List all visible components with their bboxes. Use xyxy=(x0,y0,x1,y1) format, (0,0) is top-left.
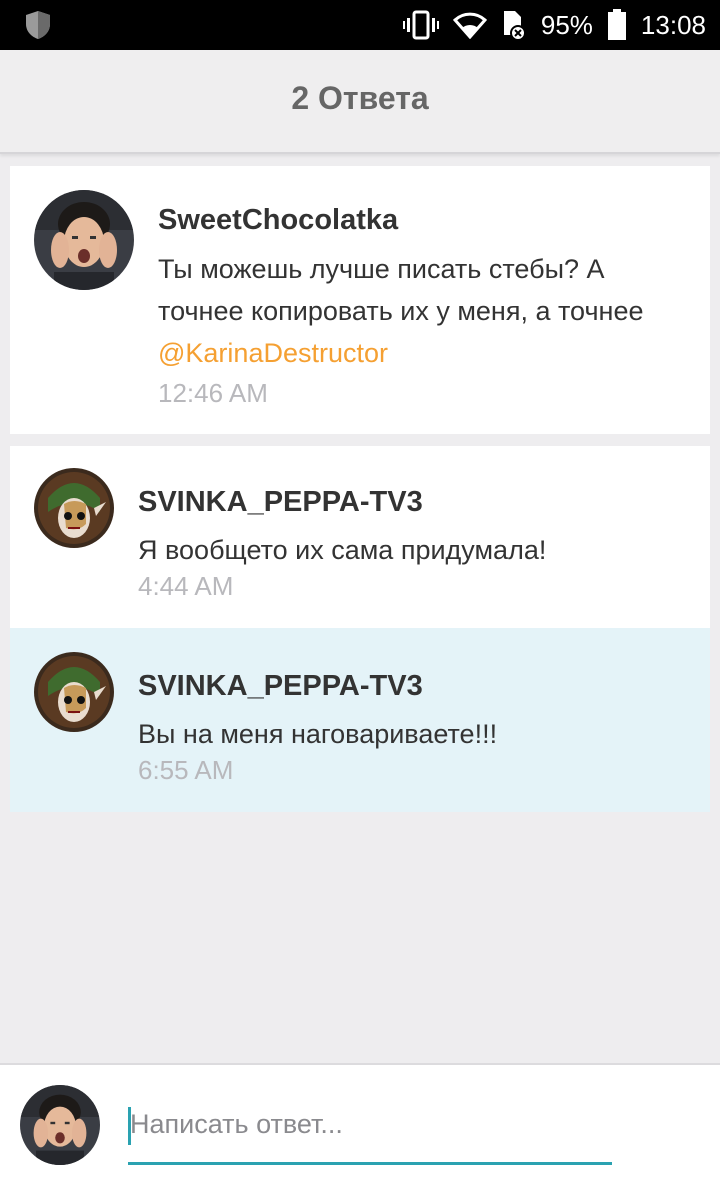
comment-username[interactable]: SVINKA_PEPPA-TV3 xyxy=(138,486,423,519)
comment-card-highlighted[interactable]: SVINKA_PEPPA-TV3 Вы на меня наговаривает… xyxy=(10,628,710,812)
comment-username[interactable]: SVINKA_PEPPA-TV3 xyxy=(138,670,423,703)
comment-text: Вы на меня наговариваете!!! xyxy=(138,719,498,749)
comment-text: Ты можешь лучше писать стебы? А точнее к… xyxy=(158,248,643,374)
avatar[interactable] xyxy=(34,652,114,732)
battery-percent: 95% xyxy=(540,9,593,40)
clock: 13:08 xyxy=(640,9,706,40)
shield-icon xyxy=(22,9,54,46)
comment-time: 6:55 AM xyxy=(138,755,234,785)
comment-text: Я вообщето их сама придумала! xyxy=(138,535,547,565)
avatar[interactable] xyxy=(34,190,134,290)
status-bar: 95% 13:08 xyxy=(0,0,720,50)
comment-username[interactable]: SweetChocolatka xyxy=(158,204,398,237)
comment-card[interactable]: SweetChocolatka Ты можешь лучше писать с… xyxy=(10,166,710,434)
sd-card-error-icon xyxy=(501,9,527,41)
page-title: 2 Ответа xyxy=(291,80,429,116)
wifi-icon xyxy=(452,11,487,39)
comment-time: 12:46 AM xyxy=(158,378,268,408)
reply-input-placeholder: Написать ответ... xyxy=(130,1109,343,1139)
battery-icon xyxy=(607,9,627,41)
vibrate-icon xyxy=(402,10,439,40)
reply-composer: Написать ответ... xyxy=(0,1063,720,1184)
reply-input[interactable]: Написать ответ... xyxy=(128,1101,612,1165)
mention-link[interactable]: @KarinaDestructor xyxy=(158,332,643,374)
comment-text-line: точнее копировать их у меня, а точнее xyxy=(158,296,644,326)
comment-text-line: Ты можешь лучше писать стебы? А xyxy=(158,254,605,284)
comment-time: 4:44 AM xyxy=(138,571,234,601)
app-bar: 2 Ответа xyxy=(0,50,720,154)
avatar[interactable] xyxy=(34,468,114,548)
current-user-avatar xyxy=(20,1085,100,1165)
text-caret xyxy=(128,1107,131,1145)
comment-card[interactable]: SVINKA_PEPPA-TV3 Я вообщето их сама прид… xyxy=(10,446,710,628)
